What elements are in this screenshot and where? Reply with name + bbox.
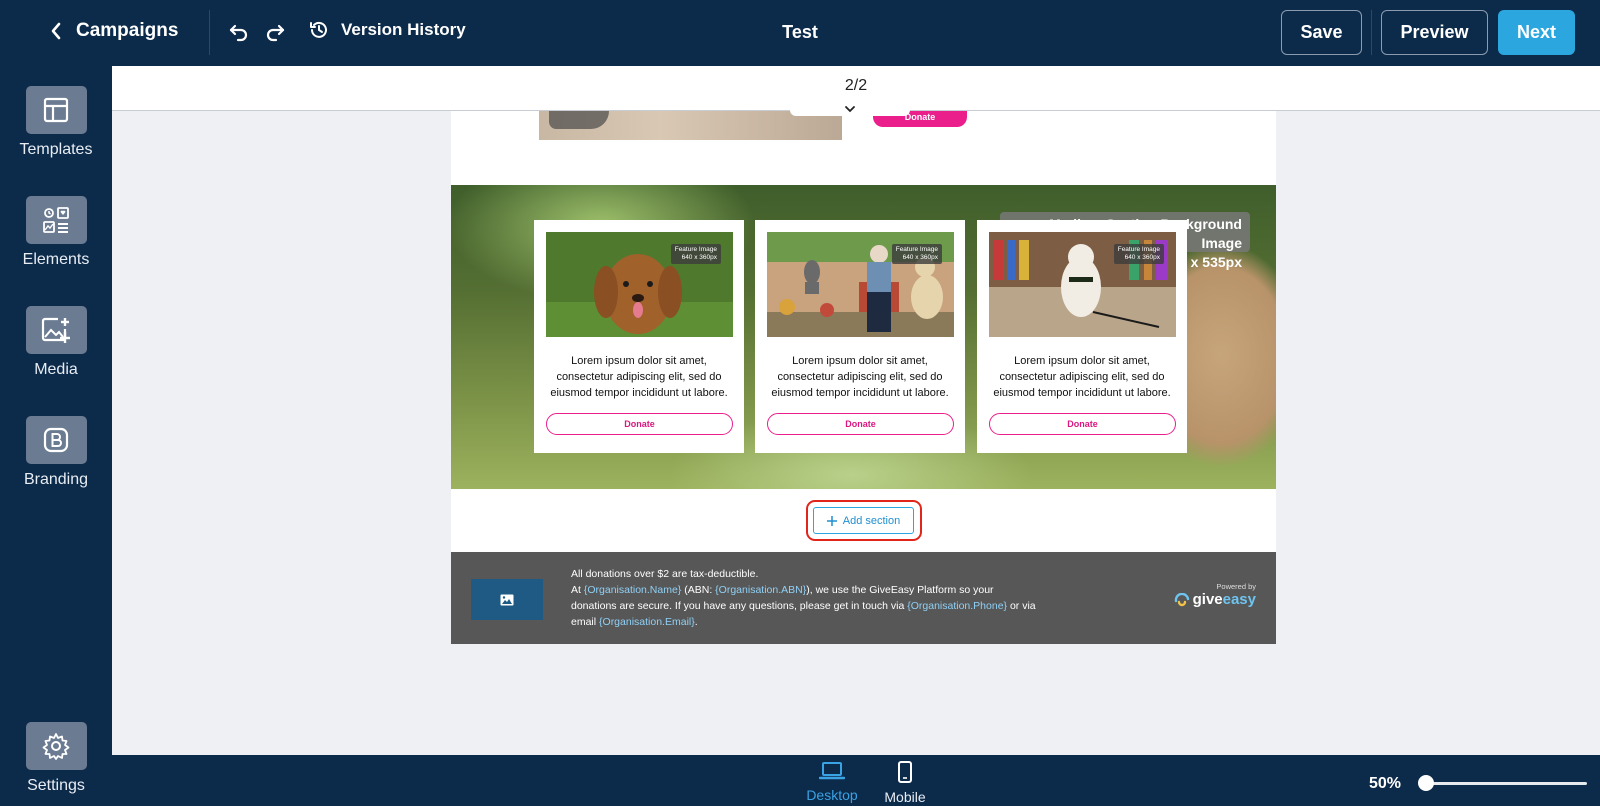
card-feature-image[interactable]: Feature Image 640 x 360px — [989, 232, 1176, 337]
feature-image-tag: Feature Image 640 x 360px — [891, 244, 942, 264]
undo-button[interactable] — [228, 22, 250, 47]
sidebar-item-media[interactable]: Media — [0, 306, 112, 379]
back-to-campaigns-button[interactable]: Campaigns — [50, 20, 178, 42]
back-label: Campaigns — [76, 20, 179, 41]
divider — [209, 10, 210, 55]
zoom-slider-handle[interactable] — [1418, 775, 1434, 791]
add-section-label: Add section — [842, 514, 901, 527]
zoom-slider[interactable] — [1424, 782, 1587, 785]
sidebar-item-label: Templates — [19, 141, 93, 158]
preview-button[interactable]: Preview — [1381, 10, 1488, 55]
footer-logo-placeholder[interactable] — [471, 579, 543, 620]
donate-button[interactable]: Donate — [989, 413, 1176, 435]
powered-by-giveeasy: Powered by giveeasy — [1171, 582, 1256, 608]
version-history-label: Version History — [341, 20, 466, 39]
media-add-icon — [41, 317, 70, 343]
redo-icon — [266, 24, 285, 42]
sidebar-item-label: Branding — [23, 471, 89, 488]
card-feature-image[interactable]: Feature Image 640 x 360px — [767, 232, 954, 337]
editor-canvas: 2/2 Donate Medium Section Background Ima… — [112, 66, 1600, 755]
mobile-view-toggle[interactable]: Mobile — [875, 761, 935, 805]
version-history-button[interactable]: Version History — [309, 20, 466, 40]
feature-image-tag: Feature Image 640 x 360px — [670, 244, 721, 264]
card-feature-image[interactable]: Feature Image 640 x 360px — [546, 232, 733, 337]
desktop-label: Desktop — [806, 787, 858, 803]
donation-card[interactable]: Feature Image 640 x 360px Lorem ipsum dol… — [755, 220, 965, 453]
email-footer[interactable]: All donations over $2 are tax-deductible… — [451, 552, 1276, 644]
sidebar-item-templates[interactable]: Templates — [0, 86, 112, 159]
settings-label: Settings — [27, 777, 85, 794]
card-text: Lorem ipsum dolor sit amet, consectetur … — [771, 355, 949, 399]
donate-button[interactable]: Donate — [546, 413, 733, 435]
gear-icon — [42, 733, 70, 760]
card-text: Lorem ipsum dolor sit amet, consectetur … — [993, 355, 1171, 399]
donation-card[interactable]: Feature Image 640 x 360px Lorem ipsum dol… — [534, 220, 744, 453]
zoom-level: 50% — [1369, 775, 1402, 792]
feature-image-tag: Feature Image 640 x 360px — [1113, 244, 1164, 264]
donate-button[interactable]: Donate — [767, 413, 954, 435]
divider — [1371, 10, 1372, 55]
collapse-chevron[interactable] — [790, 102, 910, 116]
branding-icon — [43, 427, 69, 453]
giveeasy-swirl-icon — [1174, 592, 1189, 606]
redo-button[interactable] — [264, 22, 286, 47]
next-button[interactable]: Next — [1498, 10, 1575, 55]
sidebar-item-label: Media — [34, 361, 78, 378]
undo-icon — [229, 24, 248, 42]
bottom-bar: Desktop Mobile 50% — [112, 755, 1600, 806]
giveeasy-logo: giveeasy — [1171, 591, 1256, 608]
templates-icon — [43, 97, 69, 123]
email-page: Donate Medium Section Background Image x… — [451, 111, 1276, 644]
desktop-view-toggle[interactable]: Desktop — [802, 761, 862, 803]
sidebar-item-settings[interactable]: Settings — [0, 722, 112, 795]
save-button[interactable]: Save — [1281, 10, 1362, 55]
hero-section[interactable]: Medium Section Background Image x 535px — [451, 185, 1276, 489]
sidebar-item-elements[interactable]: Elements — [0, 196, 112, 269]
image-icon — [500, 594, 514, 605]
chevron-left-icon — [51, 22, 61, 40]
elements-icon — [43, 207, 69, 233]
chevron-down-icon — [845, 106, 855, 113]
plus-icon — [826, 515, 837, 526]
history-icon — [310, 21, 327, 38]
mobile-phone-icon — [898, 761, 912, 783]
top-bar: Campaigns Version History Test Save Prev… — [0, 0, 1600, 66]
footer-text: All donations over $2 are tax-deductible… — [571, 568, 1036, 628]
sidebar-item-branding[interactable]: Branding — [0, 416, 112, 489]
mobile-label: Mobile — [884, 789, 926, 805]
sidebar-item-label: Elements — [22, 251, 90, 268]
laptop-icon — [818, 762, 846, 780]
page-indicator: 2/2 — [844, 77, 868, 94]
card-text: Lorem ipsum dolor sit amet, consectetur … — [550, 355, 728, 399]
add-section-button[interactable]: Add section — [813, 507, 914, 534]
left-sidebar: Templates Elements Media Branding Settin… — [0, 66, 112, 806]
donation-card[interactable]: Feature Image 640 x 360px Lorem ipsum dol… — [977, 220, 1187, 453]
